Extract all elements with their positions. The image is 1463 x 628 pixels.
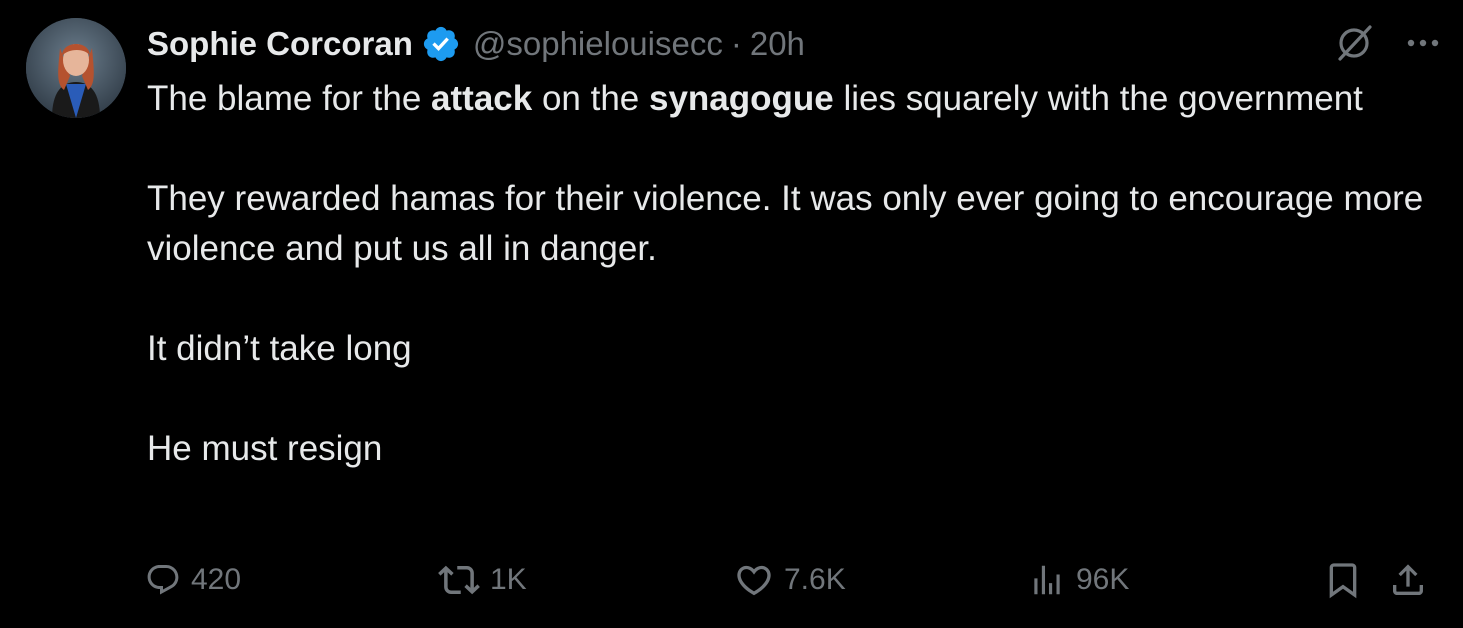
tweet-paragraph-4: He must resign — [147, 429, 383, 468]
repost-button[interactable]: 1K — [438, 555, 527, 605]
display-name[interactable]: Sophie Corcoran — [147, 25, 413, 63]
more-icon[interactable] — [1403, 33, 1443, 53]
grok-icon[interactable] — [1333, 22, 1375, 64]
tweet: Sophie Corcoran @sophielouisecc · 20h Th… — [0, 0, 1463, 628]
share-icon — [1393, 564, 1423, 595]
repost-icon — [438, 565, 480, 595]
views-button[interactable]: 96K — [1028, 555, 1129, 605]
tweet-paragraph-2: They rewarded hamas for their violence. … — [147, 179, 1424, 268]
tweet-paragraph-1: The blame for the attack on the synagogu… — [147, 79, 1363, 118]
avatar[interactable] — [26, 18, 126, 118]
separator-dot: · — [730, 25, 742, 62]
bookmark-button[interactable] — [1323, 555, 1373, 605]
reply-count: 420 — [191, 563, 242, 596]
views-count: 96K — [1076, 563, 1130, 596]
author-handle[interactable]: @sophielouisecc — [473, 25, 723, 63]
tweet-top-actions — [1333, 22, 1443, 64]
like-icon — [737, 565, 771, 596]
share-button[interactable] — [1388, 555, 1438, 605]
reply-button[interactable]: 420 — [145, 555, 241, 605]
verified-badge-icon[interactable] — [421, 24, 461, 64]
tweet-actions-bar: 420 1K 7.6K 96K — [145, 555, 1440, 605]
tweet-text: The blame for the attack on the synagogu… — [147, 74, 1447, 474]
tweet-header: Sophie Corcoran @sophielouisecc · 20h — [147, 22, 805, 66]
hashtag-like-bold: synagogue — [648, 79, 834, 118]
like-button[interactable]: 7.6K — [734, 555, 846, 605]
hashtag-like-bold: attack — [431, 79, 533, 118]
views-icon — [1034, 565, 1060, 595]
bookmark-icon — [1329, 563, 1357, 599]
tweet-timestamp[interactable]: 20h — [750, 25, 805, 63]
repost-count: 1K — [490, 563, 527, 596]
like-count: 7.6K — [784, 563, 846, 596]
reply-icon — [147, 565, 179, 595]
tweet-paragraph-3: It didn’t take long — [147, 329, 412, 368]
